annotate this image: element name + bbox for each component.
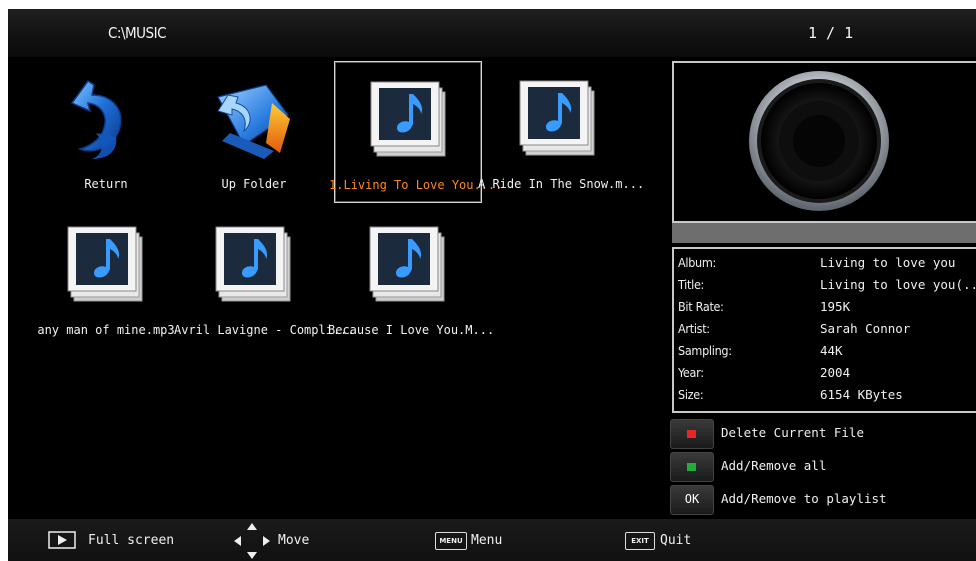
grid-item-label: Up Folder	[221, 177, 287, 191]
add-remove-all-action[interactable]: Add/Remove all	[670, 452, 976, 482]
speaker-icon	[749, 71, 889, 211]
info-row-year: Year: 2004	[678, 365, 974, 387]
info-value: Living to love you	[820, 255, 956, 270]
footer-fullscreen: Full screen	[88, 533, 175, 548]
music-file-icon	[519, 80, 595, 156]
info-key: Size:	[678, 387, 704, 402]
grid-item-music-file[interactable]: any man of mine.mp3	[32, 207, 180, 349]
footer-quit: Quit	[660, 533, 692, 548]
file-info-panel: Album: Living to love you Title: Living …	[672, 247, 976, 413]
play-icon	[48, 531, 76, 549]
info-row-album: Album: Living to love you	[678, 255, 974, 277]
red-key-icon	[670, 419, 714, 449]
info-key: Artist:	[678, 321, 710, 336]
preview-pane	[672, 61, 976, 223]
music-file-icon	[370, 81, 446, 157]
action-label: Add/Remove all	[721, 458, 827, 473]
info-key: Album:	[678, 255, 717, 270]
file-grid: Return Up Folder 1.Living To Love You...…	[8, 57, 672, 517]
info-value: 44K	[820, 343, 843, 358]
info-row-sampling: Sampling: 44K	[678, 343, 974, 365]
info-value: 195K	[820, 299, 851, 314]
info-value: Living to love you(...	[820, 277, 976, 292]
grid-item-up-folder[interactable]: Up Folder	[180, 61, 328, 203]
add-remove-playlist-action[interactable]: OK Add/Remove to playlist	[670, 485, 976, 515]
music-file-icon	[215, 226, 291, 302]
exit-key-icon: EXIT	[625, 532, 655, 550]
progress-bar	[672, 223, 976, 243]
footer-menu: Menu	[471, 533, 503, 548]
grid-item-music-file[interactable]: Avril Lavigne - Compli...	[174, 207, 355, 349]
menu-key-icon: MENU	[435, 532, 467, 550]
green-key-icon	[670, 452, 714, 482]
return-arrow-icon	[70, 79, 122, 159]
info-key: Bit Rate:	[678, 299, 724, 314]
grid-item-label: 1.Living To Love You....	[329, 178, 503, 192]
footer-bar: Full screen Move MENU Menu EXIT Quit	[8, 519, 976, 561]
music-file-icon	[67, 226, 143, 302]
media-player-screen: C:\MUSIC 1 / 1 Return Up Folder 1.Living…	[8, 9, 976, 561]
grid-item-return[interactable]: Return	[32, 61, 180, 203]
grid-item-label: Because I Love You.M...	[328, 323, 495, 337]
footer-move: Move	[278, 533, 310, 548]
delete-current-file-action[interactable]: Delete Current File	[670, 419, 976, 449]
info-row-bitrate: Bit Rate: 195K	[678, 299, 974, 321]
info-value: 6154 KBytes	[820, 387, 903, 402]
grid-item-music-file[interactable]: Because I Love You.M...	[328, 207, 494, 349]
grid-item-label: any man of mine.mp3	[37, 323, 175, 337]
ok-key-icon: OK	[670, 485, 714, 515]
grid-item-label: A Ride In The Snow.m...	[478, 177, 645, 191]
grid-item-music-file[interactable]: 1.Living To Love You....	[329, 61, 502, 203]
info-value: 2004	[820, 365, 851, 380]
info-row-artist: Artist: Sarah Connor	[678, 321, 974, 343]
header-bar: C:\MUSIC 1 / 1	[8, 9, 976, 57]
action-label: Add/Remove to playlist	[721, 491, 887, 506]
info-value: Sarah Connor	[820, 321, 911, 336]
up-folder-icon	[217, 84, 290, 159]
ok-key-label: OK	[684, 492, 700, 506]
page-indicator: 1 / 1	[808, 24, 854, 42]
info-key: Sampling:	[678, 343, 732, 358]
action-label: Delete Current File	[721, 425, 864, 440]
info-key: Year:	[678, 365, 704, 380]
grid-item-music-file[interactable]: A Ride In The Snow.m...	[478, 61, 644, 203]
info-key: Title:	[678, 277, 705, 292]
music-file-icon	[369, 226, 445, 302]
info-row-size: Size: 6154 KBytes	[678, 387, 974, 409]
info-row-title: Title: Living to love you(...	[678, 277, 976, 299]
folder-path: C:\MUSIC	[108, 24, 167, 42]
grid-item-label: Return	[84, 177, 128, 191]
direction-pad-icon	[234, 523, 270, 559]
grid-item-label: Avril Lavigne - Compli...	[174, 323, 355, 337]
